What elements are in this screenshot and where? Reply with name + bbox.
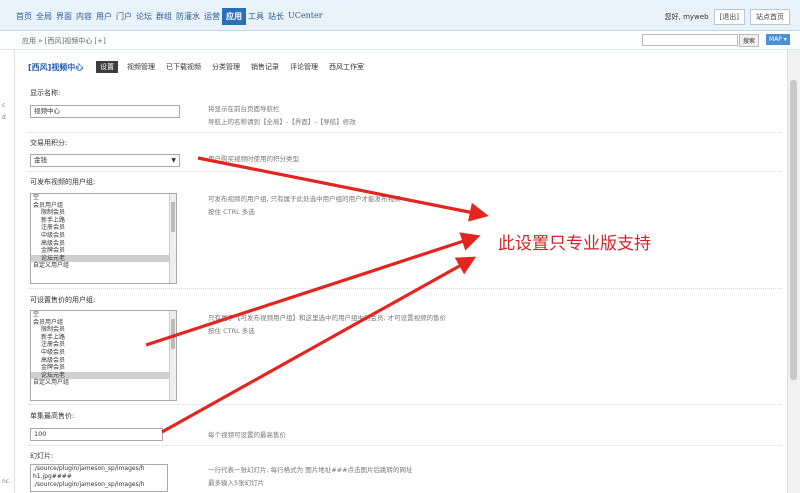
annotation-arrow [161,256,477,434]
annotation-arrow [197,156,489,222]
annotation-overlay [145,156,489,434]
annotation-text: 此设置只专业版支持 [498,234,651,254]
annotation-arrow [145,232,481,347]
